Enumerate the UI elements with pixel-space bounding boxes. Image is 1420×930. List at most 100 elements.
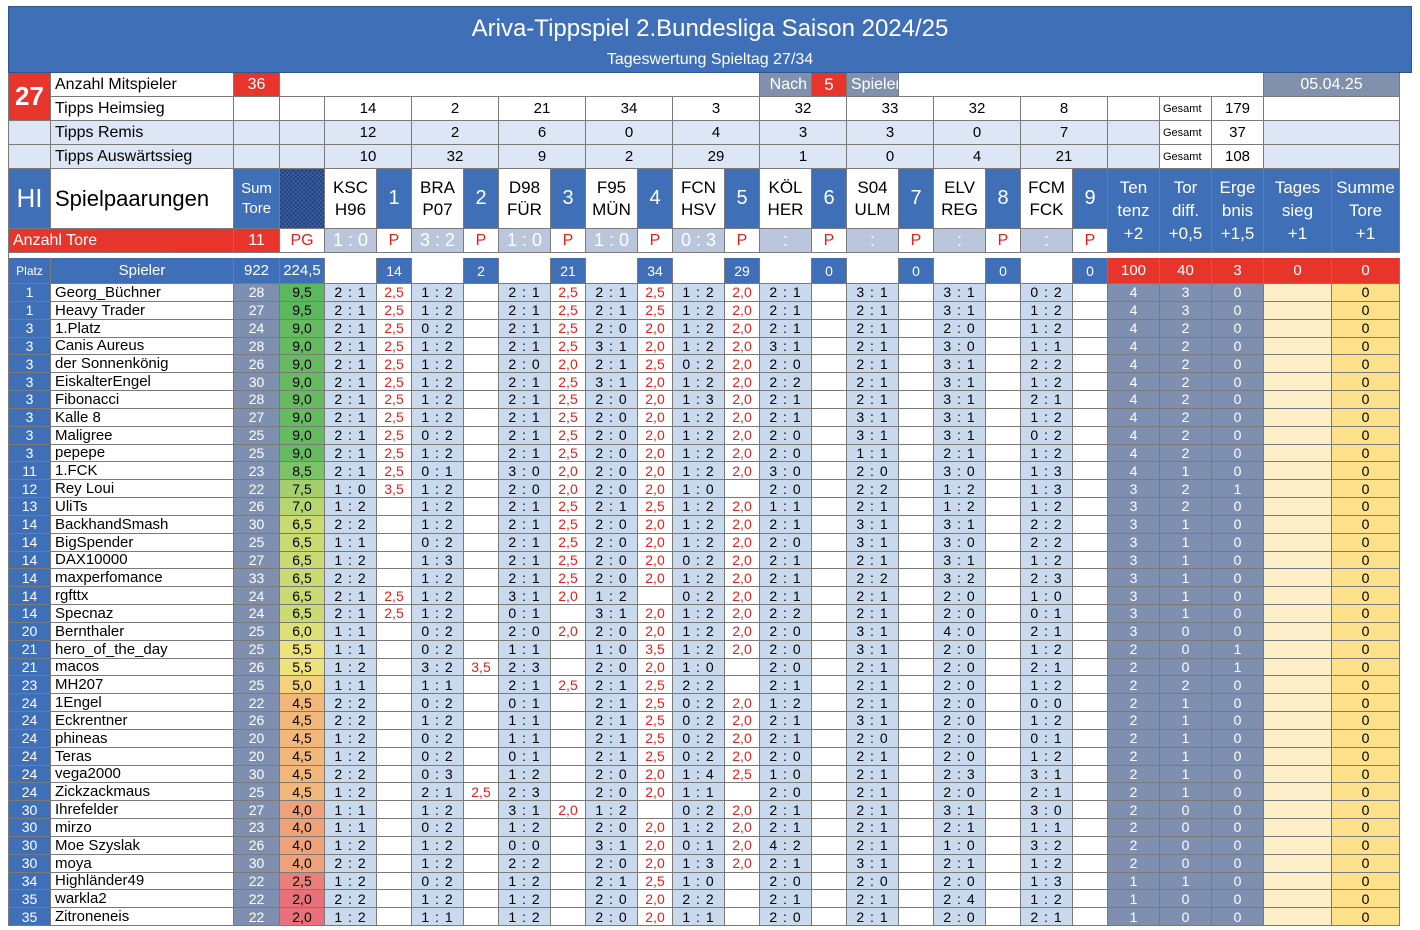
category-value: 0 [1332,408,1400,427]
tip-cell: 2 : 0 [586,533,638,552]
tip-cell: 1 : 2 [412,587,464,605]
sum-goals: 23 [234,819,280,837]
category-text: Tages [1274,178,1321,197]
tip-cell: 1 : 2 [412,890,464,909]
tip-points: 2,0 [551,480,586,498]
total-value: 37 [1212,121,1264,145]
pg-total: 224,5 [280,258,325,284]
pg-value: 2,0 [280,908,325,926]
player-name: Canis Aureus [51,337,234,356]
tip-cell: 2 : 0 [934,605,986,623]
category-value: 0 [1332,890,1400,909]
tip-cell: 2 : 0 [586,444,638,463]
category-value [1264,301,1332,320]
game-result: 1 : 0 [325,229,377,253]
tip-points: 2,0 [725,622,760,641]
tip-points [986,569,1021,588]
category-value: 1 [1160,747,1212,766]
tip-points [464,854,499,873]
tip-points: 2,5 [551,301,586,320]
sum-goals: 30 [234,373,280,391]
tip-points [1073,498,1108,516]
tip-points: 2,0 [725,712,760,730]
category-text: tenz [1117,201,1150,220]
tip-cell: 1 : 1 [412,908,464,926]
tip-cell: 2 : 0 [586,319,638,338]
tip-points [551,854,586,873]
goals-label: Anzahl Tore [9,229,234,253]
tip-cell: 1 : 0 [673,872,725,891]
tip-points: 2,0 [725,498,760,516]
home-team: ELV [944,177,975,197]
tip-cell: 2 : 1 [586,712,638,730]
tip-count: 3 [847,121,934,145]
game-number: 9 [1073,169,1108,229]
tip-cell: 2 : 1 [499,515,551,534]
tip-cell: 2 : 0 [586,391,638,409]
player-name: Kalle 8 [51,408,234,427]
tip-cell: 0 : 1 [1021,729,1073,748]
pg-value: 6,5 [280,605,325,623]
category-value: 0 [1332,587,1400,605]
tip-points: 2,5 [551,391,586,409]
player-name: Bernthaler [51,622,234,641]
tip-cell: 1 : 1 [1021,819,1073,837]
tip-cell: 2 : 1 [847,908,899,926]
category-value: 2 [1160,319,1212,338]
tip-cell: 2 : 2 [325,765,377,784]
tip-points: 2,5 [551,515,586,534]
tip-cell: 2 : 1 [847,801,899,819]
blank [9,121,51,145]
tip-cell: 0 : 3 [412,765,464,784]
tip-points [899,569,934,588]
tip-points: 2,5 [377,355,412,374]
tip-cell: 0 : 2 [1021,284,1073,302]
tip-cell: 3 : 0 [1021,801,1073,819]
tip-points [986,819,1021,837]
category-value: 4 [1108,301,1160,320]
tip-cell: 2 : 0 [586,480,638,498]
tip-points [464,694,499,712]
blank [899,73,1264,97]
tip-points: 2,0 [638,622,673,641]
tip-cell: 3 : 0 [760,462,812,481]
tip-cell: 2 : 2 [325,694,377,712]
category-value: 0 [1212,462,1264,481]
category-value: 3 [1108,622,1160,641]
player-name: mirzo [51,819,234,837]
category-value: 0 [1212,836,1264,855]
tip-points [986,498,1021,516]
category-text: diff. [1171,201,1200,220]
blank [847,258,899,284]
pg-value: 4,5 [280,765,325,784]
tip-points [377,658,412,677]
category-value [1264,729,1332,748]
tip-cell: 3 : 1 [847,640,899,659]
category-value [1264,498,1332,516]
game-number: 7 [899,169,934,229]
sheet-header: Ariva-Tippspiel 2.Bundesliga Saison 2024… [8,6,1412,73]
pg-value: 7,5 [280,480,325,498]
game-points-total: 0 [899,258,934,284]
sum-goals: 30 [234,765,280,784]
tip-cell: 2 : 0 [586,408,638,427]
tip-cell: 1 : 2 [412,301,464,320]
tip-points: 2,5 [638,498,673,516]
pg-value: 9,0 [280,337,325,356]
tip-points [1073,640,1108,659]
player-name: vega2000 [51,765,234,784]
rank-cell: 14 [9,587,51,605]
player-name: Teras [51,747,234,766]
sum-goals: 25 [234,676,280,695]
tip-cell: 2 : 4 [934,890,986,909]
rank-cell: 35 [9,908,51,926]
tip-points: 2,5 [377,337,412,356]
tip-cell: 1 : 2 [1021,301,1073,320]
player-name: MH207 [51,676,234,695]
tip-points [1073,783,1108,802]
pg-value: 9,0 [280,319,325,338]
tip-cell: 1 : 2 [412,712,464,730]
category-value: 0 [1332,836,1400,855]
tip-cell: 1 : 2 [1021,712,1073,730]
sum-goals: 24 [234,587,280,605]
